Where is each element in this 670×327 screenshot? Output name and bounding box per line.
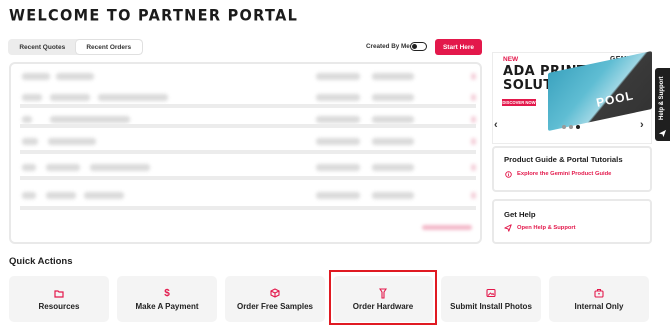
tab-recent-quotes[interactable]: Recent Quotes (9, 40, 76, 54)
dollar-icon: $ (164, 287, 170, 299)
list-item[interactable] (20, 184, 476, 210)
image-icon (486, 287, 496, 299)
help-support-link[interactable]: Open Help & Support (504, 224, 576, 232)
product-guide-card: Product Guide & Portal Tutorials Explore… (492, 146, 652, 192)
make-a-payment-button[interactable]: $ Make A Payment (117, 276, 217, 322)
get-help-card: Get Help Open Help & Support (492, 199, 652, 244)
send-icon (658, 125, 667, 143)
product-guide-link[interactable]: Explore the Gemini Product Guide (504, 170, 611, 178)
tab-recent-orders[interactable]: Recent Orders (75, 40, 142, 54)
hardware-icon (379, 287, 387, 299)
discover-now-button[interactable]: DISCOVER NOW (502, 99, 536, 106)
resources-button[interactable]: Resources (9, 276, 109, 322)
created-by-me-toggle[interactable] (410, 42, 427, 51)
order-free-samples-button[interactable]: Order Free Samples (225, 276, 325, 322)
help-support-tab-label: Help & Support (659, 76, 665, 120)
created-by-me-label: Created By Me (366, 43, 410, 50)
box-icon (270, 287, 280, 299)
pagination[interactable] (422, 225, 472, 230)
toggle-knob (412, 44, 417, 49)
list-item[interactable] (20, 69, 476, 89)
internal-only-button[interactable]: Internal Only (549, 276, 649, 322)
carousel-dot-2[interactable] (569, 125, 573, 129)
tab-bar: Recent Quotes Recent Orders (8, 39, 143, 55)
briefcase-icon (594, 287, 604, 299)
help-support-tab[interactable]: Help & Support (655, 68, 670, 141)
info-circle-icon (504, 170, 512, 178)
submit-install-photos-button[interactable]: Submit Install Photos (441, 276, 541, 322)
list-item[interactable] (20, 130, 476, 154)
get-help-title: Get Help (504, 210, 536, 219)
start-here-button[interactable]: Start Here (435, 39, 482, 55)
carousel-dot-1[interactable] (562, 125, 566, 129)
carousel-prev-icon[interactable]: ‹ (494, 119, 498, 131)
order-hardware-button[interactable]: Order Hardware (333, 276, 433, 322)
page-title: WELCOME TO PARTNER PORTAL (9, 7, 299, 25)
product-guide-title: Product Guide & Portal Tutorials (504, 155, 623, 164)
list-item[interactable] (20, 156, 476, 180)
promo-new-badge: NEW (503, 56, 519, 63)
send-icon (504, 224, 512, 232)
carousel-controls: ‹ › (492, 119, 652, 136)
recent-orders-list (9, 62, 482, 244)
carousel-dot-3[interactable] (576, 125, 580, 129)
list-item[interactable] (20, 102, 476, 128)
carousel-next-icon[interactable]: › (640, 119, 644, 131)
quick-actions-title: Quick Actions (9, 256, 73, 267)
folder-icon (54, 287, 64, 299)
